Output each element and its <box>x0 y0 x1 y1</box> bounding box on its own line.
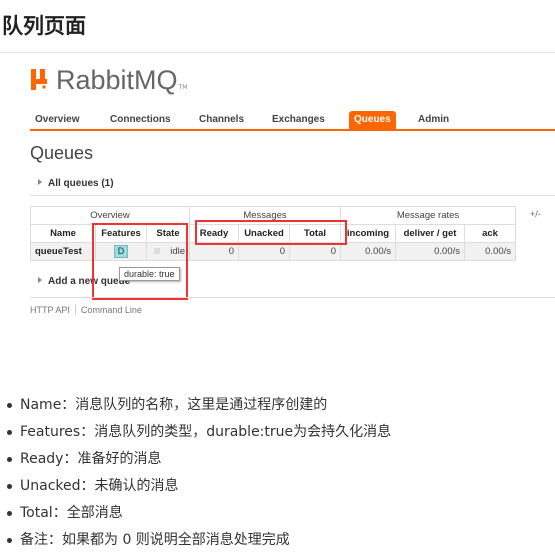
queue-name-link[interactable]: queueTest <box>30 242 96 261</box>
tab-admin[interactable]: Admin <box>413 111 454 129</box>
rabbitmq-logo[interactable]: RabbitMQ TM <box>30 64 187 96</box>
tab-channels[interactable]: Channels <box>194 111 249 129</box>
column-toggle[interactable]: +/- <box>530 209 541 219</box>
list-item: Name：消息队列的名称，这里是通过程序创建的 <box>7 392 550 419</box>
list-item: Features：消息队列的类型，durable:true为会持久化消息 <box>7 419 550 446</box>
list-item: Unacked：未确认的消息 <box>7 473 550 500</box>
all-queues-toggle[interactable]: All queues (1) <box>38 178 114 189</box>
tab-queues[interactable]: Queues <box>349 111 396 129</box>
main-nav: Overview Connections Channels Exchanges … <box>30 111 555 131</box>
list-item: 备注：如果都为 0 则说明全部消息处理完成 <box>7 527 550 554</box>
title-divider <box>0 52 555 53</box>
rabbitmq-logo-icon <box>30 68 52 92</box>
group-message-rates: Message rates <box>340 206 516 225</box>
logo-text: RabbitMQ <box>56 64 178 95</box>
highlight-message-counts <box>195 220 347 245</box>
all-queues-label: All queues (1) <box>48 178 114 189</box>
total-count: 0 <box>289 242 341 261</box>
tab-overview[interactable]: Overview <box>30 111 84 129</box>
incoming-rate: 0.00/s <box>340 242 396 261</box>
ack-rate: 0.00/s <box>464 242 516 261</box>
footer-divider <box>30 297 555 298</box>
page-title: 队列页面 <box>2 14 86 38</box>
col-name[interactable]: Name <box>30 224 96 243</box>
command-line-link[interactable]: Command Line <box>81 305 142 315</box>
col-ack[interactable]: ack <box>464 224 516 243</box>
section-divider <box>30 195 555 196</box>
footer-links: HTTP API Command Line <box>30 305 142 315</box>
ready-count: 0 <box>189 242 239 261</box>
highlight-features-state <box>92 223 188 300</box>
tab-exchanges[interactable]: Exchanges <box>267 111 330 129</box>
tab-connections[interactable]: Connections <box>105 111 176 129</box>
group-overview: Overview <box>30 206 190 225</box>
notes-list: Name：消息队列的名称，这里是通过程序创建的 Features：消息队列的类型… <box>0 392 550 554</box>
http-api-link[interactable]: HTTP API <box>30 305 70 315</box>
expand-arrow-icon <box>38 277 42 283</box>
col-deliver-get[interactable]: deliver / get <box>395 224 465 243</box>
deliver-get-rate: 0.00/s <box>395 242 465 261</box>
logo-trademark: TM <box>178 83 188 91</box>
section-heading: Queues <box>30 143 94 163</box>
col-incoming[interactable]: incoming <box>340 224 396 243</box>
tab-underline <box>30 129 555 131</box>
expand-arrow-icon <box>38 179 42 185</box>
list-item: Ready：准备好的消息 <box>7 446 550 473</box>
list-item: Total：全部消息 <box>7 500 550 527</box>
unacked-count: 0 <box>238 242 290 261</box>
